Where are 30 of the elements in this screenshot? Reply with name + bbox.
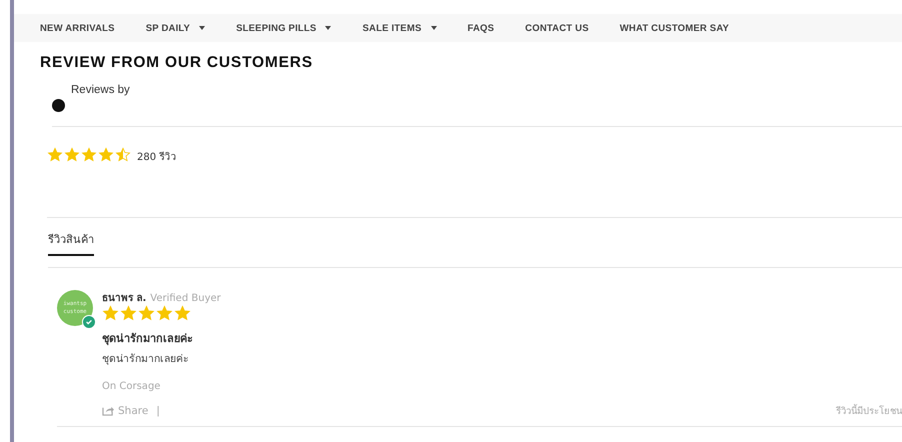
product-name: On Corsage (102, 381, 162, 392)
star-icon (98, 147, 114, 163)
nav-link[interactable]: WHAT CUSTOMER SAY (620, 22, 730, 34)
nav-link[interactable]: SALE ITEMS (362, 22, 436, 34)
star-icon (138, 305, 155, 322)
nav-link[interactable]: NEW ARRIVALS (40, 22, 115, 34)
verified-label: Verified Buyer (150, 293, 221, 304)
share-icon (102, 405, 115, 416)
logo-icon (52, 99, 65, 112)
review-text: ชุดน่ารักมากเลยค่ะ (102, 352, 190, 367)
star-icon (81, 147, 97, 163)
star-icon (120, 305, 137, 322)
author-name: ธนาพร ล. (102, 292, 146, 305)
section-heading: REVIEW FROM OUR CUSTOMERS (40, 54, 314, 72)
helpful-label: รีวิวนี้มีประโยชน (836, 403, 902, 418)
nav-link[interactable]: SLEEPING PILLS (236, 22, 332, 34)
star-icon (156, 305, 173, 322)
review-count: 280 รีวิว (137, 150, 176, 164)
tab[interactable]: รีวิวสินค้า (48, 230, 94, 256)
star-icon (102, 305, 119, 322)
nav-link[interactable]: SP DAILY (146, 22, 206, 34)
star-icon (47, 147, 63, 163)
star-icon (64, 147, 80, 163)
star-icon (115, 147, 131, 163)
nav-link[interactable]: CONTACT US (525, 22, 589, 34)
star-icon (174, 305, 191, 322)
separator: | (156, 404, 160, 416)
nav-link[interactable]: FAQS (468, 22, 494, 34)
review-title: ชุดน่ารักมากเลยค่ะ (102, 331, 194, 347)
reviews-by-label: Reviews by (71, 84, 130, 96)
